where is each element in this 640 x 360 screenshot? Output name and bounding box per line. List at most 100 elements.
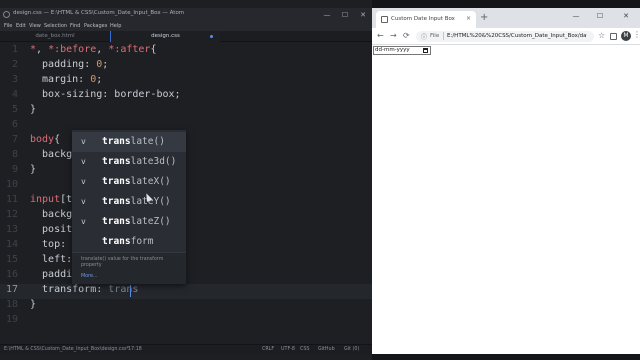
suggestion-rest: lateX() [130, 176, 171, 187]
forward-arrow-icon[interactable]: → [390, 31, 397, 40]
menu-packages[interactable]: Packages [84, 23, 107, 29]
code-token: : [102, 89, 115, 100]
suggestion-text: translateY() [102, 196, 171, 207]
modified-dot-icon [210, 35, 213, 38]
status-github[interactable]: GitHub [318, 347, 335, 352]
chrome-maximize-button[interactable]: ☐ [592, 12, 608, 20]
bookmark-star-icon[interactable]: ☆ [598, 31, 605, 40]
code-line-4: box-sizing: border-box; [30, 89, 181, 100]
code-line-14: top: 5 [30, 239, 78, 250]
menu-help[interactable]: Help [110, 23, 121, 29]
date-input[interactable]: dd-mm-yyyy [373, 46, 431, 55]
extension-icon[interactable] [610, 33, 617, 40]
tab-title: Custom Date Input Box [391, 16, 455, 22]
suggestion-translate3d[interactable]: v translate3d() [72, 152, 186, 172]
maximize-button[interactable]: ☐ [336, 8, 354, 22]
status-grammar[interactable]: CSS [300, 347, 309, 352]
chrome-minimize-button[interactable]: — [568, 12, 584, 20]
info-icon[interactable]: ⓘ [421, 32, 427, 41]
suggestion-translatex[interactable]: v translateX() [72, 172, 186, 192]
line-number: 4 [11, 89, 18, 100]
code-line-11: input[ty [30, 194, 78, 205]
line-number: 10 [5, 179, 18, 190]
address-bar[interactable]: ⓘ File E:/HTML%20&%20CSS/Custom_Date_Inp… [416, 31, 594, 42]
atom-window: design.css — E:\HTML & CSS\Custom_Date_I… [0, 0, 372, 360]
scheme-label: File [430, 33, 440, 39]
menu-file[interactable]: File [4, 23, 12, 29]
atom-tab-bar: date_box.html design.css [0, 31, 372, 42]
code-token: , [96, 44, 109, 55]
code-editor[interactable]: 1 2 3 4 5 6 7 8 9 10 11 12 13 14 15 16 1… [0, 42, 372, 344]
back-arrow-icon[interactable]: ← [377, 31, 384, 40]
code-line-13: positi [30, 224, 79, 235]
suggestion-translatey[interactable]: v translateY() [72, 192, 186, 212]
kebab-menu-icon[interactable]: ⋮ [633, 30, 640, 39]
menu-selection[interactable]: Selection [44, 23, 67, 29]
address-divider [443, 32, 444, 40]
chrome-window: Custom Date Input Box × + — ☐ ✕ ← → ⟳ ⓘ … [372, 8, 640, 354]
autocomplete-popup: v translate() v translate3d() v translat… [72, 130, 186, 284]
line-number: 2 [11, 59, 18, 70]
code-token: { [150, 44, 157, 55]
close-button[interactable]: ✕ [354, 8, 372, 22]
code-line-15: left: [30, 254, 79, 265]
code-token: : [84, 59, 97, 70]
line-number: 13 [5, 224, 18, 235]
code-token: trans [108, 284, 139, 295]
date-input-value: dd-mm-yyyy [375, 47, 410, 53]
code-line-5: } [30, 104, 37, 115]
menu-edit[interactable]: Edit [16, 23, 26, 29]
code-line-12: backgr [30, 209, 79, 220]
url-text[interactable]: E:/HTML%20&%20CSS/Custom_Date_Input_Box/… [447, 33, 587, 39]
calendar-icon[interactable] [423, 48, 428, 53]
status-file-path[interactable]: E:\HTML & CSS\Custom_Date_Input_Box\desi… [4, 347, 129, 352]
status-line-ending[interactable]: CRLF [262, 347, 274, 352]
tab-label: date_box.html [35, 33, 75, 39]
status-git[interactable]: Git (0) [344, 347, 359, 352]
chrome-close-button[interactable]: ✕ [618, 12, 634, 20]
suggestion-description: translate() value for the transform prop… [72, 252, 186, 284]
code-token: padding [30, 59, 85, 70]
suggestion-translatez[interactable]: v translateZ() [72, 212, 186, 232]
suggestion-match: trans [102, 136, 131, 147]
code-token: top: [30, 239, 73, 250]
minimize-button[interactable]: — [318, 8, 336, 22]
suggestion-text: translateZ() [102, 216, 171, 227]
code-token: ; [96, 74, 103, 85]
description-text: translate() value for the transform prop… [81, 257, 164, 268]
status-encoding[interactable]: UTF-8 [281, 347, 295, 352]
line-number: 11 [5, 194, 18, 205]
atom-logo-icon [3, 11, 10, 18]
suggestion-transform[interactable]: transform [72, 232, 186, 252]
new-tab-button[interactable]: + [480, 12, 488, 23]
status-cursor-position[interactable]: 17:18 [128, 347, 142, 352]
line-number: 19 [5, 314, 18, 325]
reload-icon[interactable]: ⟳ [403, 31, 410, 40]
code-line-3: margin: 0; [30, 74, 102, 85]
close-tab-icon[interactable]: × [466, 15, 471, 22]
more-link[interactable]: More... [81, 274, 97, 279]
tab-date-box-html[interactable]: date_box.html [0, 31, 110, 42]
suggestion-rest: lateZ() [130, 216, 171, 227]
line-number: 8 [11, 149, 18, 160]
code-token: margin [30, 74, 79, 85]
suggestion-text: translateX() [102, 176, 171, 187]
suggestion-rest: late() [130, 136, 165, 147]
suggestion-text: translate3d() [102, 156, 176, 167]
atom-titlebar: design.css — E:\HTML & CSS\Custom_Date_I… [0, 8, 372, 22]
code-line-7: body{ [30, 134, 60, 145]
menu-find[interactable]: Find [70, 23, 80, 29]
line-number: 16 [5, 269, 18, 280]
line-number: 1 [11, 44, 18, 55]
code-token: ; [174, 89, 181, 100]
code-token: { [54, 134, 61, 145]
tab-design-css[interactable]: design.css [110, 31, 220, 42]
profile-avatar[interactable]: M [621, 31, 631, 41]
suggestion-translate[interactable]: v translate() [72, 132, 186, 152]
menu-view[interactable]: View [29, 23, 41, 29]
suggestion-rest: late3d() [130, 156, 177, 167]
suggestion-text: translate() [102, 136, 165, 147]
browser-tab[interactable]: Custom Date Input Box × [376, 11, 476, 28]
suggestion-match: trans [102, 176, 131, 187]
line-number: 9 [11, 164, 18, 175]
